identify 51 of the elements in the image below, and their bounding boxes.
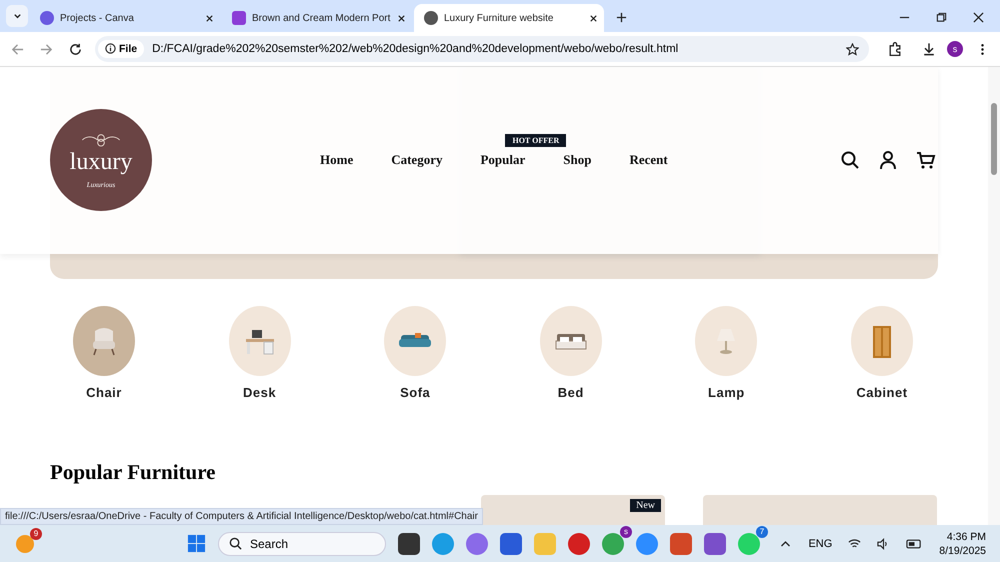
search-icon[interactable] [840, 150, 860, 170]
close-tab-icon[interactable] [589, 14, 598, 22]
clock[interactable]: 4:36 PM 8/19/2025 [939, 530, 986, 558]
notification-badge: 7 [756, 526, 768, 538]
tab-search-button[interactable] [6, 5, 28, 27]
category-item[interactable]: Cabinet [850, 306, 913, 400]
category-item[interactable]: Sofa [384, 306, 446, 400]
nav-link[interactable]: Popular [480, 152, 526, 168]
battery-icon[interactable] [906, 538, 924, 550]
search-icon [229, 537, 242, 550]
browser-tab[interactable]: Luxury Furniture website [414, 4, 604, 32]
cart-icon[interactable] [916, 150, 936, 170]
bookmark-star-icon[interactable] [846, 42, 859, 56]
offer-badge: HOT OFFER [505, 134, 566, 147]
new-tab-icon[interactable] [616, 12, 627, 23]
profile-badge: s [620, 526, 632, 538]
language-indicator[interactable]: ENG [808, 538, 832, 550]
category-item[interactable]: Lamp [695, 306, 758, 400]
nav-link[interactable]: Shop [563, 152, 592, 168]
category-item[interactable]: Bed [540, 306, 602, 400]
profile-avatar[interactable]: s [947, 41, 963, 57]
scrollbar[interactable] [988, 67, 1000, 525]
address-bar[interactable]: File D:/FCAI/grade%202%20semster%202/web%20design%20and%20development/webo/webo/result.html [95, 36, 869, 62]
notification-badge: 9 [30, 528, 42, 540]
chevron-down-icon [12, 12, 22, 20]
info-icon [105, 43, 116, 54]
start-button-icon[interactable] [187, 534, 206, 553]
reload-icon[interactable] [69, 42, 82, 56]
user-icon[interactable] [878, 150, 898, 170]
nav-link[interactable]: Category [391, 152, 442, 168]
site-info-chip[interactable]: File [98, 40, 144, 58]
taskbar-search-field[interactable]: Search [218, 532, 386, 556]
section-title: Popular Furniture [50, 460, 216, 485]
category-item[interactable]: Chair [73, 306, 135, 400]
nav-link[interactable]: Recent [629, 152, 668, 168]
nav-link[interactable]: Home [320, 152, 354, 168]
wifi-icon[interactable] [848, 538, 862, 550]
back-arrow-icon[interactable] [11, 42, 24, 56]
close-icon[interactable] [973, 12, 984, 23]
product-card[interactable]: New [481, 495, 665, 525]
status-link-preview: file:///C:/Users/esraa/OneDrive - Faculty of Computers & Artificial Intelligence/Desktop/webo/cat.html#Chair [0, 508, 483, 525]
forward-arrow-icon[interactable] [40, 42, 53, 56]
browser-tab[interactable]: Projects - Canva [30, 4, 220, 32]
new-badge: New [630, 499, 661, 512]
browser-tab[interactable]: Brown and Cream Modern Port [222, 4, 412, 32]
close-tab-icon[interactable] [397, 14, 406, 22]
puzzle-icon[interactable] [887, 41, 903, 57]
category-item[interactable]: Desk [228, 306, 291, 400]
download-icon[interactable] [921, 41, 937, 57]
restore-icon[interactable] [936, 12, 947, 23]
close-tab-icon[interactable] [205, 14, 214, 22]
